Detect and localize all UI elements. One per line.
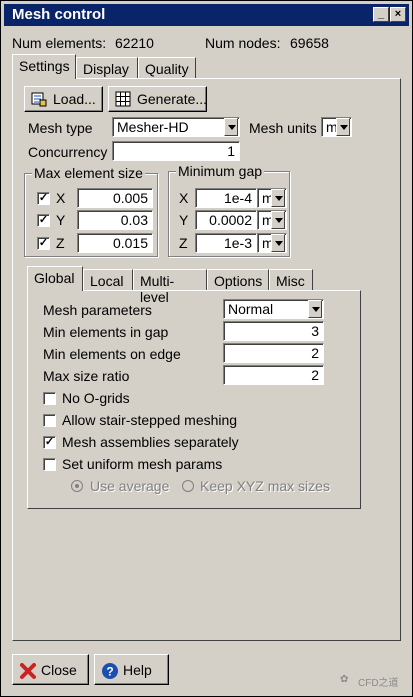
gap-z-label: Z (179, 235, 188, 251)
load-icon (31, 91, 47, 107)
chevron-down-icon[interactable] (271, 189, 285, 207)
max-x-label: X (56, 190, 66, 206)
gap-x-unit-select[interactable]: m (257, 188, 287, 208)
stair-stepped-checkbox[interactable] (43, 414, 56, 427)
tab-misc[interactable]: Misc (269, 269, 313, 291)
max-size-ratio-field[interactable]: 2 (223, 365, 324, 385)
chevron-down-icon[interactable] (271, 211, 285, 229)
max-element-size-title: Max element size (32, 165, 145, 181)
close-button-label: Close (41, 661, 77, 678)
generate-button[interactable]: Generate... (108, 86, 207, 112)
window-title: Mesh control (12, 6, 106, 23)
svg-text:?: ? (106, 664, 113, 678)
min-elements-gap-label: Min elements in gap (43, 324, 169, 340)
help-button[interactable]: ? Help (94, 654, 169, 685)
gap-z-field[interactable]: 1e-3 (195, 233, 257, 253)
generate-button-label: Generate... (137, 91, 208, 107)
grid-icon (115, 91, 131, 107)
gap-y-label: Y (179, 212, 189, 228)
max-z-checkbox[interactable]: ✓ (37, 237, 50, 250)
tab-local[interactable]: Local (83, 269, 133, 291)
help-icon: ? (101, 662, 118, 679)
mesh-type-value: Mesher-HD (117, 119, 189, 135)
mesh-type-label: Mesh type (28, 120, 93, 136)
load-button-label: Load... (53, 91, 96, 107)
max-z-field[interactable]: 0.015 (77, 233, 153, 253)
max-y-field[interactable]: 0.03 (77, 210, 153, 230)
min-elements-gap-field[interactable]: 3 (223, 321, 324, 341)
chevron-down-icon[interactable] (336, 118, 350, 136)
min-elements-edge-field[interactable]: 2 (223, 343, 324, 363)
watermark: CFD之道 (358, 678, 399, 689)
min-elements-edge-label: Min elements on edge (43, 346, 181, 362)
chevron-down-icon[interactable] (308, 300, 322, 318)
close-x-icon (19, 662, 36, 679)
help-button-label: Help (123, 661, 152, 678)
max-size-ratio-label: Max size ratio (43, 368, 130, 384)
max-y-label: Y (56, 212, 66, 228)
mesh-units-select[interactable]: m (321, 117, 352, 137)
watermark-icon: ✿ (340, 674, 349, 685)
load-button[interactable]: Load... (24, 86, 103, 112)
mesh-control-window: Mesh control _ × Num elements: 62210 Num… (0, 0, 413, 697)
max-y-checkbox[interactable]: ✓ (37, 214, 50, 227)
num-nodes-label: Num nodes: (205, 35, 281, 51)
use-average-label: Use average (90, 478, 170, 494)
close-window-button[interactable]: × (390, 7, 406, 22)
mesh-parameters-value: Normal (228, 301, 274, 317)
num-nodes-value: 69658 (290, 35, 329, 51)
close-button[interactable]: Close (12, 654, 89, 685)
concurrency-label: Concurrency (28, 144, 108, 160)
tab-display[interactable]: Display (76, 57, 138, 79)
keep-xyz-label: Keep XYZ max sizes (200, 478, 330, 494)
max-x-checkbox[interactable]: ✓ (37, 192, 50, 205)
tab-options[interactable]: Options (207, 269, 269, 291)
chevron-down-icon[interactable] (271, 234, 285, 252)
num-elements-label: Num elements: (12, 35, 107, 51)
use-average-radio[interactable] (71, 480, 83, 492)
max-z-label: Z (56, 235, 65, 251)
mesh-parameters-label: Mesh parameters (43, 302, 152, 318)
assemblies-separately-checkbox[interactable]: ✓ (43, 436, 56, 449)
num-elements-value: 62210 (115, 35, 154, 51)
tab-global[interactable]: Global (27, 266, 83, 291)
mesh-type-select[interactable]: Mesher-HD (112, 117, 240, 137)
gap-y-field[interactable]: 0.0002 (195, 210, 257, 230)
max-x-field[interactable]: 0.005 (77, 188, 153, 208)
gap-x-field[interactable]: 1e-4 (195, 188, 257, 208)
tab-settings[interactable]: Settings (12, 54, 76, 79)
gap-x-label: X (179, 190, 189, 206)
minimum-gap-title: Minimum gap (176, 163, 265, 179)
assemblies-separately-label: Mesh assemblies separately (62, 434, 239, 450)
title-bar[interactable]: Mesh control _ × (4, 4, 409, 26)
mesh-parameters-select[interactable]: Normal (223, 299, 324, 319)
stair-stepped-label: Allow stair-stepped meshing (62, 412, 238, 428)
gap-z-unit-select[interactable]: m (257, 233, 287, 253)
minimize-button[interactable]: _ (373, 7, 389, 22)
keep-xyz-radio[interactable] (182, 480, 194, 492)
uniform-params-checkbox[interactable] (43, 458, 56, 471)
no-ogrids-checkbox[interactable] (43, 392, 56, 405)
chevron-down-icon[interactable] (224, 118, 238, 136)
gap-y-unit-select[interactable]: m (257, 210, 287, 230)
mesh-units-label: Mesh units (249, 120, 317, 136)
concurrency-field[interactable]: 1 (112, 141, 240, 161)
tab-quality[interactable]: Quality (138, 57, 196, 79)
no-ogrids-label: No O-grids (62, 390, 130, 406)
uniform-params-label: Set uniform mesh params (62, 456, 223, 472)
tab-multilevel[interactable]: Multi-level (133, 269, 207, 305)
